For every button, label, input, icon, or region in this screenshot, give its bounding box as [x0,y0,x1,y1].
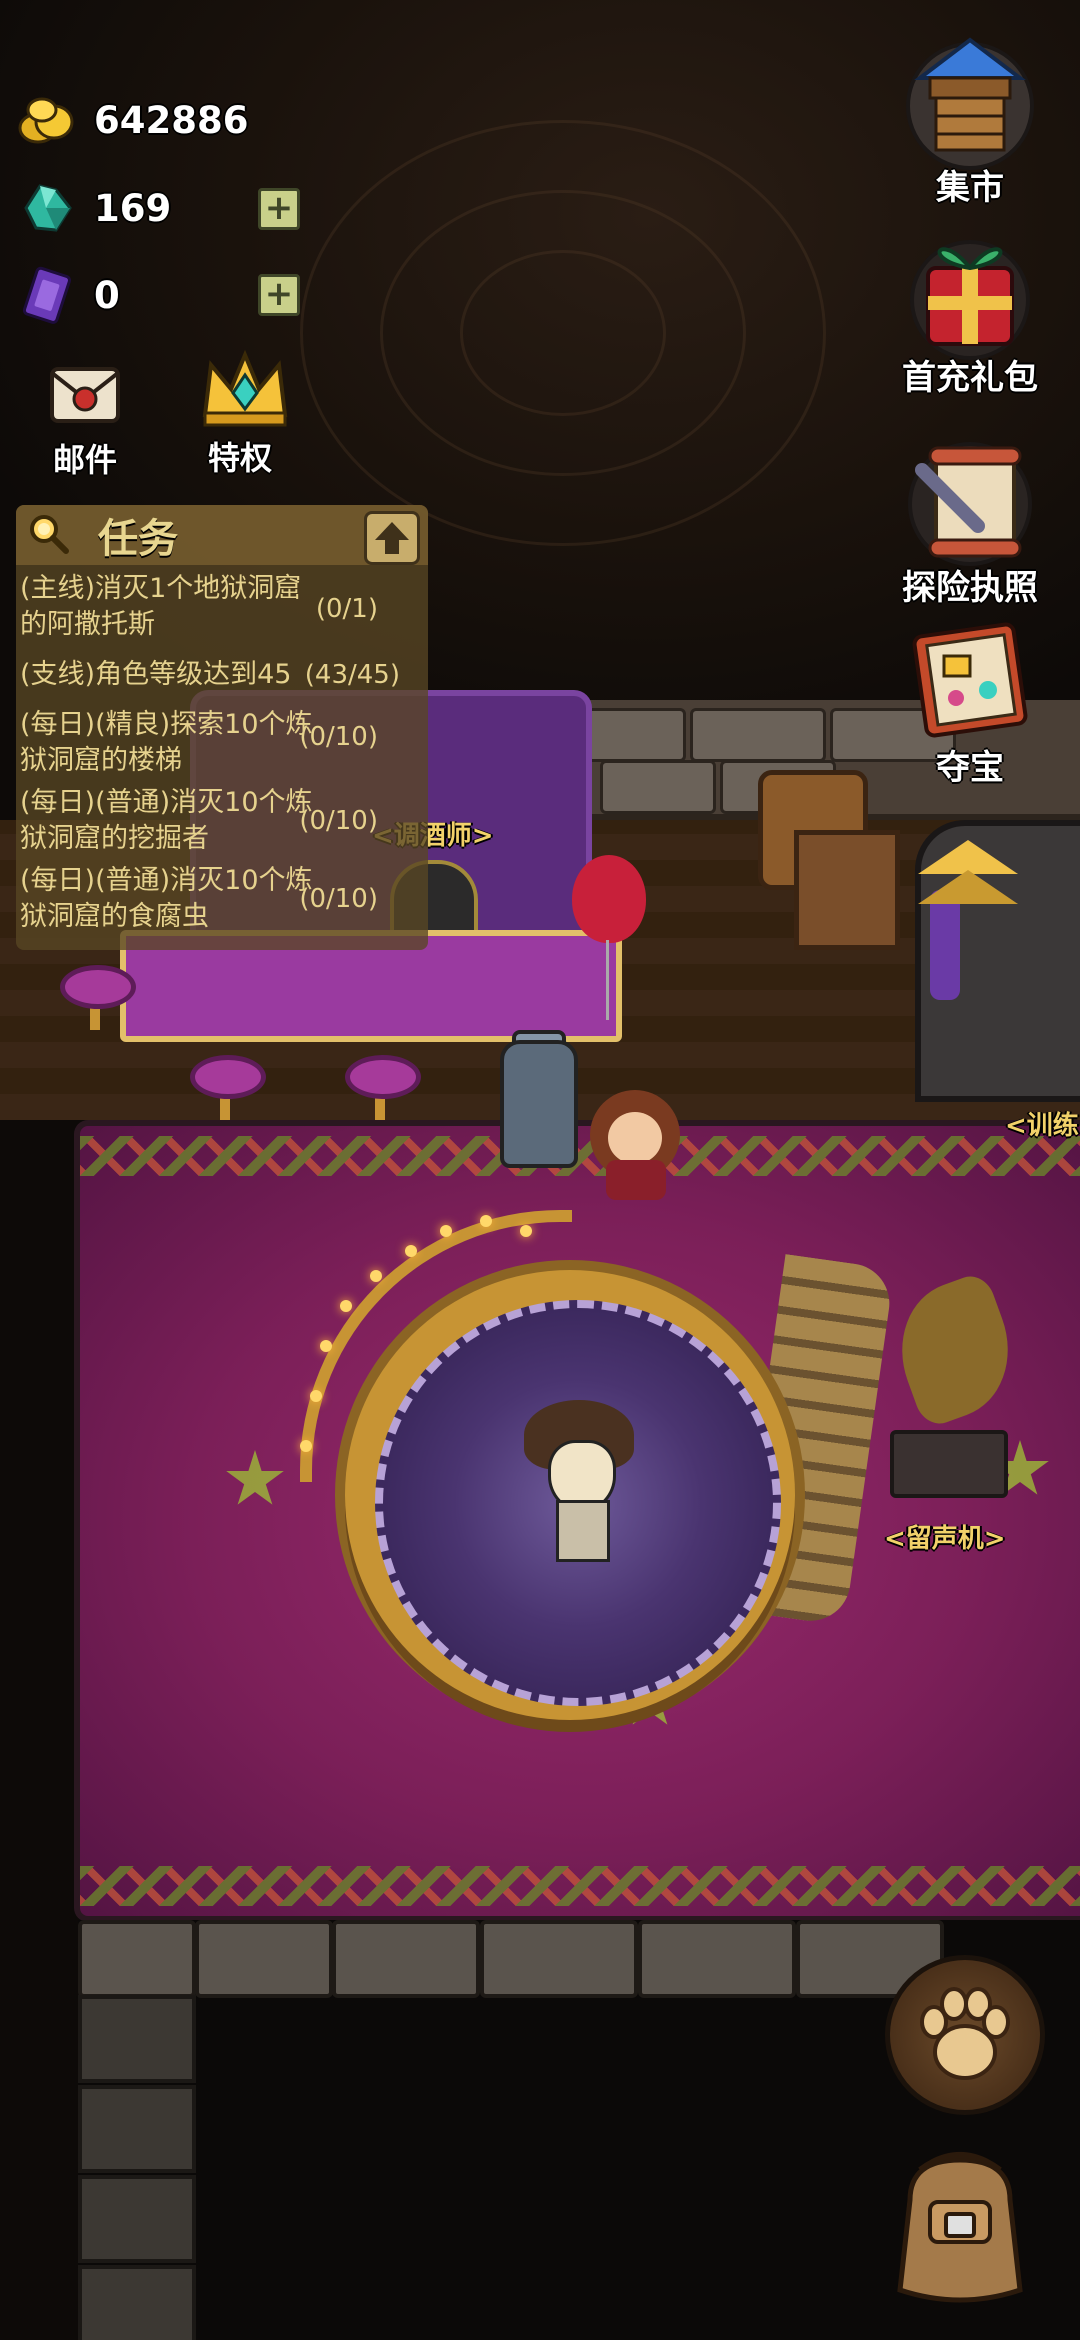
quest-item[interactable]: (每日)(普通)消灭10个炼 狱洞窟的食腐虫 (0/10) [16,863,428,935]
quest-header: 任务 [16,505,428,565]
player-character-body [556,1500,610,1562]
pet-button[interactable] [885,1955,1045,2115]
add-gems-button[interactable]: + [258,188,300,230]
floor-brick [78,1920,196,1998]
quest-progress: (0/1) [315,594,378,624]
gramophone-label: <留声机> [884,1524,1006,1554]
mail-button[interactable]: 邮件 [30,355,140,481]
quest-progress: (0/10) [299,884,378,914]
license-button[interactable]: 探险执照 [885,430,1055,609]
red-balloon [572,855,646,943]
light-bulb [405,1245,417,1257]
quest-progress: (0/10) [299,806,378,836]
balloon-string [606,940,609,1020]
quest-progress: (43/45) [304,660,400,690]
mail-label: 邮件 [52,441,117,479]
knight-character[interactable] [500,1040,578,1168]
light-bulb [520,1225,532,1237]
carpet-trim [80,1136,1080,1176]
quest-item[interactable]: (主线)消灭1个地狱洞窟 的阿撒托斯 (0/1) [16,571,428,643]
wall-brick [78,2175,196,2263]
gold-nugget-icon [16,90,76,150]
bar-stool [60,965,136,1009]
carpet-trim [80,1866,1080,1906]
arrow-up-icon [375,522,409,554]
gem-counter: 169 [16,178,171,238]
light-bulb [310,1390,322,1402]
quest-item[interactable]: (每日)(精良)探索10个炼 狱洞窟的楼梯 (0/10) [16,707,428,779]
quest-item[interactable]: (支线)角色等级达到45 (43/45) [16,657,428,693]
gift-box-icon [900,220,1040,360]
light-bulb [320,1340,332,1352]
gold-counter: 642886 [16,90,248,150]
gold-amount: 642886 [94,98,249,142]
crown-icon [197,345,288,433]
floor-brick [480,1920,638,1998]
privilege-button[interactable]: 特权 [185,345,295,479]
first-charge-button[interactable]: 首充礼包 [885,220,1055,399]
add-tickets-button[interactable]: + [258,274,300,316]
chevron-up-icon [918,840,1018,874]
wall-brick [78,2265,196,2340]
trainer-label: <训练 [1005,1111,1079,1141]
girl-character-dress [606,1160,666,1200]
light-bulb [300,1440,312,1452]
scroll-quill-icon [900,430,1040,570]
machine-tube [930,890,960,1000]
envelope-icon [42,355,128,435]
girl-character[interactable] [608,1112,662,1164]
chevron-up-icon [918,870,1018,904]
gem-amount: 169 [94,186,172,230]
light-bulb [370,1270,382,1282]
wall-brick [78,2085,196,2173]
quest-panel[interactable]: 任务 (主线)消灭1个地狱洞窟 的阿撒托斯 (0/1) (支线)角色等级达到45… [16,505,428,950]
wall-brick [600,760,716,814]
market-stall-icon [900,30,1040,170]
light-bulb [480,1215,492,1227]
floor-brick [332,1920,480,1998]
quest-title: 任务 [98,516,178,562]
wooden-crate [794,830,900,950]
background-swirl [460,250,666,416]
wall-brick [690,708,826,762]
backpack-icon [897,2152,1023,2303]
privilege-label: 特权 [207,439,272,477]
ticket-amount: 0 [94,273,120,317]
market-button[interactable]: 集市 [885,30,1055,209]
purple-card-icon [16,265,76,325]
light-bulb [440,1225,452,1237]
bar-stool [190,1055,266,1099]
light-bulb [340,1300,352,1312]
teal-gem-icon [16,178,76,238]
quest-collapse-button[interactable] [364,511,420,565]
bar-stool [345,1055,421,1099]
ticket-counter: 0 [16,265,120,325]
magnifier-icon[interactable] [26,511,70,559]
wall-brick [78,1995,196,2083]
quest-item[interactable]: (每日)(普通)消灭10个炼 狱洞窟的挖掘者 (0/10) [16,785,428,857]
floor-brick [195,1920,333,1998]
treasure-button[interactable]: 夺宝 [885,610,1055,789]
floor-brick [638,1920,796,1998]
paw-icon [920,1987,1010,2080]
backpack-button[interactable] [880,2140,1040,2310]
gramophone[interactable] [890,1430,1008,1498]
treasure-book-icon [900,610,1040,750]
quest-progress: (0/10) [299,722,378,752]
